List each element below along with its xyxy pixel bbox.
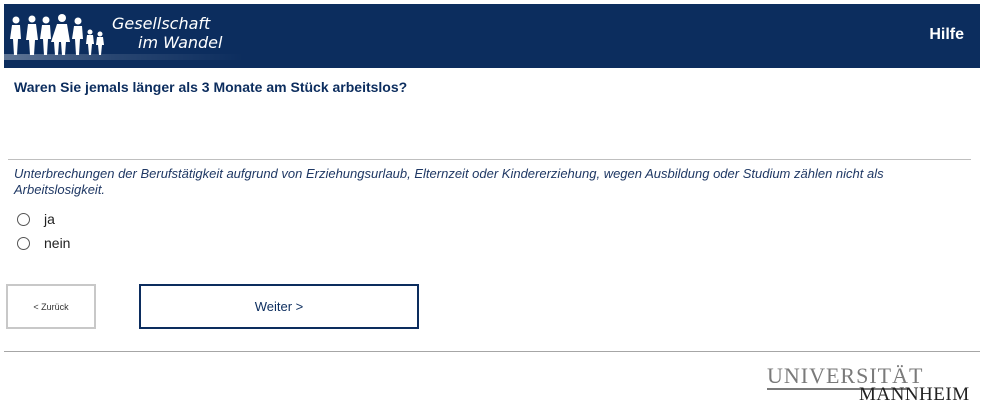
option-nein-label: nein xyxy=(44,235,71,251)
brand-name: Gesellschaft im Wandel xyxy=(112,14,222,52)
option-ja-label: ja xyxy=(44,211,55,227)
next-button[interactable]: Weiter > xyxy=(139,284,419,329)
brand-line2: im Wandel xyxy=(138,33,223,52)
brand-line1: Gesellschaft xyxy=(112,14,211,33)
footer-divider xyxy=(4,351,980,352)
back-button[interactable]: < Zurück xyxy=(6,284,96,329)
radio-nein[interactable] xyxy=(17,236,30,250)
question-divider xyxy=(8,159,971,160)
option-ja[interactable]: ja xyxy=(17,211,55,227)
help-link[interactable]: Hilfe xyxy=(929,26,964,44)
question-hint: Unterbrechungen der Berufstätigkeit aufg… xyxy=(14,166,884,197)
option-nein[interactable]: nein xyxy=(17,235,70,251)
university-logo: UNIVERSITÄT MANNHEIM xyxy=(767,365,970,405)
brand-logo: Gesellschaft im Wandel xyxy=(4,4,244,68)
question-text: Waren Sie jemals länger als 3 Monate am … xyxy=(14,79,408,95)
university-logo-line2: MANNHEIM xyxy=(859,384,970,405)
header-bar: Gesellschaft im Wandel Hilfe xyxy=(4,4,980,68)
radio-ja[interactable] xyxy=(17,212,30,226)
